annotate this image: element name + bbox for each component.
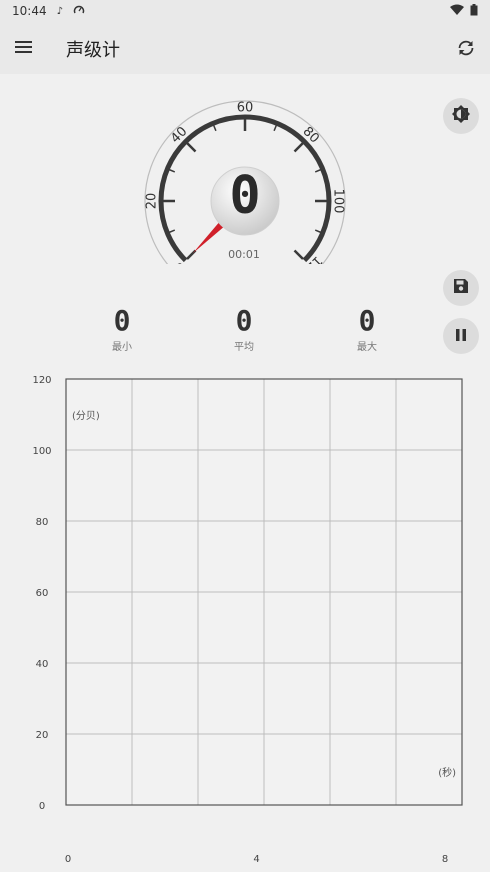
- brightness-button[interactable]: [443, 98, 479, 134]
- battery-icon: [470, 3, 478, 19]
- gauge-tick: [186, 142, 197, 153]
- chart-y-tick-label: 60: [36, 588, 49, 599]
- avg-stat: 0 平均: [214, 304, 274, 354]
- chart-x-tick-label: 4: [253, 854, 259, 865]
- speedometer-icon: [73, 4, 85, 19]
- status-bar: 10:44 ♪: [0, 0, 490, 22]
- max-stat: 0 最大: [337, 304, 397, 354]
- pause-icon: [454, 327, 468, 346]
- gauge-tick: [168, 229, 176, 234]
- sound-level-gauge: 020406080100120 0: [140, 96, 350, 282]
- avg-value: 0: [235, 304, 253, 337]
- save-button[interactable]: [443, 270, 479, 306]
- gauge-tick: [314, 229, 322, 234]
- music-note-icon: ♪: [56, 5, 63, 17]
- refresh-icon[interactable]: [454, 36, 478, 60]
- decibel-history-chart: 120 100 80 60 40 20 0 0 4 8 (分贝) (秒): [0, 370, 490, 870]
- gauge-tick-label: 60: [237, 101, 254, 116]
- min-value: 0: [113, 304, 131, 337]
- gauge-tick: [273, 124, 278, 132]
- app-title: 声级计: [66, 40, 120, 61]
- avg-label: 平均: [234, 342, 254, 353]
- min-label: 最小: [112, 342, 132, 353]
- save-icon: [453, 278, 469, 298]
- elapsed-time: 00:01: [228, 248, 260, 261]
- gauge-tick: [212, 124, 217, 132]
- gauge-tick-label: 20: [145, 193, 160, 210]
- chart-y-tick-label: 100: [32, 446, 51, 457]
- brightness-icon: [451, 104, 471, 128]
- min-stat: 0 最小: [92, 304, 152, 354]
- chart-y-tick-label: 20: [36, 730, 49, 741]
- status-time: 10:44: [12, 4, 47, 18]
- max-label: 最大: [357, 342, 377, 353]
- current-level-readout: 0: [229, 166, 261, 226]
- gauge-tick-label: 100: [331, 189, 346, 214]
- chart-y-tick-label: 40: [36, 659, 49, 670]
- gauge-tick: [293, 142, 304, 153]
- chart-y-axis-label: (分贝): [72, 410, 100, 422]
- app-bar: 声级计: [0, 22, 490, 74]
- wifi-icon: [450, 4, 464, 19]
- chart-x-axis-label: (秒): [438, 766, 456, 779]
- gauge-tick: [293, 249, 304, 260]
- pause-button[interactable]: [443, 318, 479, 354]
- chart-y-tick-label: 0: [39, 801, 45, 812]
- chart-y-tick-label: 80: [36, 517, 49, 528]
- chart-y-tick-label: 120: [32, 375, 51, 386]
- chart-plot-area: 120 100 80 60 40 20 0 0 4 8 (分贝) (秒): [32, 375, 463, 865]
- chart-x-tick-label: 8: [442, 854, 448, 865]
- gauge-tick: [168, 168, 176, 173]
- hamburger-menu-icon[interactable]: [15, 38, 35, 58]
- max-value: 0: [358, 304, 376, 337]
- gauge-tick: [314, 168, 322, 173]
- chart-x-tick-label: 0: [65, 854, 71, 865]
